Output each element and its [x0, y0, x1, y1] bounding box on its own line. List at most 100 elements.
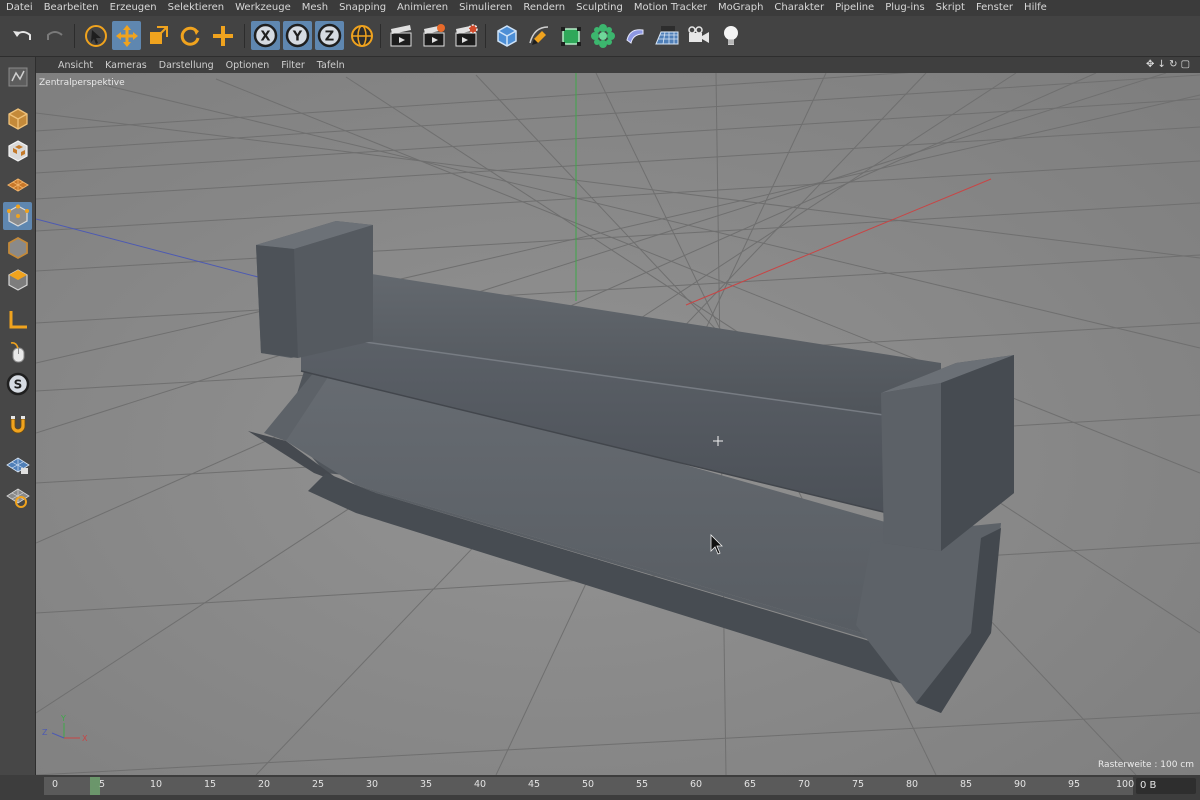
menu-hilfe[interactable]: Hilfe	[1018, 0, 1052, 16]
snapping-button[interactable]	[3, 411, 32, 439]
camera-icon	[687, 25, 709, 43]
viewport-menu-ansicht[interactable]: Ansicht	[52, 60, 99, 71]
mouse-icon	[10, 342, 24, 363]
workplane-mode-button[interactable]	[3, 169, 32, 197]
points-mode-button[interactable]	[3, 202, 32, 230]
rotate-tool-button[interactable]	[175, 21, 204, 50]
z-axis-label: Z	[325, 30, 334, 45]
make-editable-button[interactable]	[3, 63, 32, 91]
flower-icon	[590, 23, 615, 48]
viewport-navigation-controls[interactable]: ✥ ↓ ↻ ▢	[1146, 57, 1190, 73]
viewport-menu-tafeln[interactable]: Tafeln	[311, 60, 351, 71]
deformer-button[interactable]	[620, 21, 649, 50]
perspective-viewport[interactable]: Y Z X Zentralperspektive Rasterweite : 1…	[36, 73, 1200, 775]
timeline-tick: 25	[312, 779, 325, 790]
spline-pen-button[interactable]	[524, 21, 553, 50]
last-tool-button[interactable]	[208, 21, 237, 50]
menu-datei[interactable]: Datei	[0, 0, 38, 16]
polygons-mode-button[interactable]	[3, 266, 32, 294]
timeline-tick: 95	[1068, 779, 1081, 790]
plus-icon	[212, 25, 233, 46]
workplane-lock-icon	[5, 457, 30, 474]
menu-mesh[interactable]: Mesh	[296, 0, 333, 16]
lock-z-axis-button[interactable]: Z	[315, 21, 344, 50]
move-icon	[115, 24, 138, 47]
render-to-picture-viewer-button[interactable]	[419, 21, 448, 50]
menu-rendern[interactable]: Rendern	[517, 0, 570, 16]
move-tool-button[interactable]	[112, 21, 141, 50]
redo-button[interactable]	[40, 21, 69, 50]
camera-object-button[interactable]	[684, 21, 713, 50]
x-axis-label: X	[260, 30, 270, 45]
menu-sculpting[interactable]: Sculpting	[570, 0, 628, 16]
polygons-cube-icon	[7, 269, 28, 291]
enable-workplane-lock-button[interactable]	[3, 451, 32, 479]
gizmo-y-label: Y	[60, 714, 66, 723]
menu-charakter[interactable]: Charakter	[768, 0, 829, 16]
toolbar-divider	[244, 24, 245, 48]
menu-selektieren[interactable]: Selektieren	[162, 0, 229, 16]
checker-cube-icon	[7, 140, 28, 162]
subdivision-icon	[560, 26, 581, 46]
menu-werkzeuge[interactable]: Werkzeuge	[229, 0, 296, 16]
tweak-mode-button[interactable]	[3, 338, 32, 366]
viewport-menu-darstellung[interactable]: Darstellung	[153, 60, 220, 71]
menu-plugins[interactable]: Plug-ins	[879, 0, 929, 16]
menu-erzeugen[interactable]: Erzeugen	[104, 0, 162, 16]
edges-mode-button[interactable]	[3, 234, 32, 262]
floor-object-button[interactable]	[652, 21, 681, 50]
svg-text:S: S	[13, 378, 22, 392]
model-cube-icon	[7, 108, 28, 130]
menu-mograph[interactable]: MoGraph	[712, 0, 768, 16]
light-object-button[interactable]	[716, 21, 745, 50]
bend-deformer-icon	[625, 28, 643, 44]
undo-icon	[12, 30, 31, 40]
clapperboard-icon	[390, 24, 411, 46]
locked-workplane-button[interactable]	[3, 483, 32, 511]
solo-icon: S	[6, 372, 29, 396]
y-axis-label: Y	[292, 30, 303, 45]
timeline-tick: 15	[204, 779, 217, 790]
undo-button[interactable]	[8, 21, 37, 50]
menu-pipeline[interactable]: Pipeline	[829, 0, 879, 16]
workplane-icon	[6, 178, 29, 192]
menu-fenster[interactable]: Fenster	[970, 0, 1018, 16]
menu-snapping[interactable]: Snapping	[333, 0, 391, 16]
menu-skript[interactable]: Skript	[930, 0, 970, 16]
render-settings-button[interactable]	[451, 21, 480, 50]
subdivision-surface-button[interactable]	[556, 21, 585, 50]
edges-cube-icon	[7, 236, 28, 260]
timeline-tick: 75	[852, 779, 865, 790]
pen-icon	[528, 25, 548, 45]
timeline-tick: 30	[366, 779, 379, 790]
timeline-tick: 5	[99, 779, 106, 790]
live-selection-icon	[84, 24, 107, 47]
current-frame-field[interactable]: 0 B	[1136, 778, 1196, 794]
gizmo-x-label: X	[82, 734, 88, 743]
axis-icon	[9, 311, 27, 329]
lock-x-axis-button[interactable]: X	[251, 21, 280, 50]
texture-mode-button[interactable]	[3, 137, 32, 165]
menu-animieren[interactable]: Animieren	[391, 0, 453, 16]
menu-bearbeiten[interactable]: Bearbeiten	[38, 0, 104, 16]
solo-button[interactable]: S	[3, 370, 32, 398]
globe-icon	[350, 24, 373, 47]
coordinate-system-button[interactable]	[347, 21, 376, 50]
viewport-menu-optionen[interactable]: Optionen	[220, 60, 276, 71]
timeline-ruler[interactable]: 0 5 10 15 20 25 30 35 40 45 50 55 60 65 …	[44, 777, 1134, 795]
menu-simulieren[interactable]: Simulieren	[453, 0, 517, 16]
viewport-menu-filter[interactable]: Filter	[275, 60, 311, 71]
render-view-button[interactable]	[386, 21, 415, 50]
menu-motion-tracker[interactable]: Motion Tracker	[628, 0, 712, 16]
scale-tool-button[interactable]	[143, 21, 172, 50]
cube-primitive-button[interactable]	[492, 21, 521, 50]
viewport-menu-kameras[interactable]: Kameras	[99, 60, 153, 71]
lock-y-axis-button[interactable]: Y	[283, 21, 312, 50]
cloner-button[interactable]	[588, 21, 617, 50]
model-mode-button[interactable]	[3, 105, 32, 133]
axis-mode-button[interactable]	[3, 306, 32, 334]
live-selection-button[interactable]	[81, 21, 110, 50]
toolbar-divider	[380, 24, 381, 48]
magnet-icon	[10, 416, 25, 434]
timeline-tick: 40	[474, 779, 487, 790]
